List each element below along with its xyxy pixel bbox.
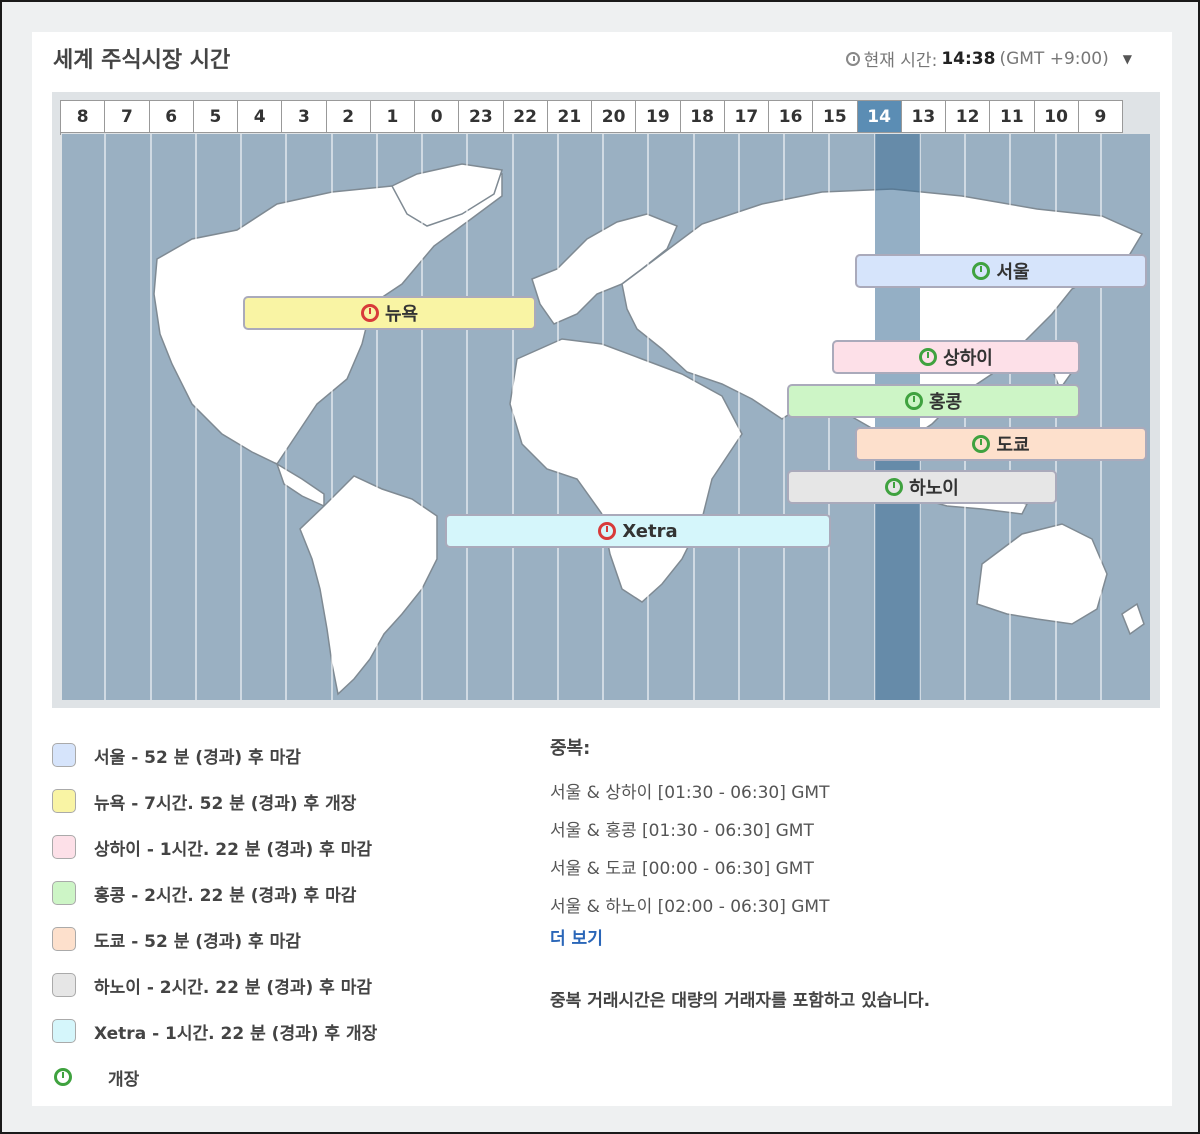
closed-clock-icon xyxy=(598,522,617,540)
overlap-title: 중복: xyxy=(550,738,591,759)
open-clock-icon xyxy=(919,348,938,366)
legend-swatch xyxy=(52,973,76,997)
legend-text: Xetra - 1시간. 22 분 (경과) 후 개장 xyxy=(94,1023,378,1044)
legend-item: Xetra - 1시간. 22 분 (경과) 후 개장 xyxy=(52,1008,377,1054)
hour-cell: 3 xyxy=(282,101,327,133)
open-clock-icon xyxy=(54,1068,72,1086)
market-bar-tokyo[interactable]: 도쿄 xyxy=(855,427,1147,461)
legend-text: 하노이 - 2시간. 22 분 (경과) 후 마감 xyxy=(94,977,373,998)
hour-cell: 10 xyxy=(1034,101,1079,133)
hour-cell: 2 xyxy=(326,101,371,133)
page-title: 세계 주식시장 시간 xyxy=(53,48,231,73)
hour-cell: 12 xyxy=(946,101,991,133)
legend-item: 홍콩 - 2시간. 22 분 (경과) 후 마감 xyxy=(52,870,377,916)
market-bar-label: 홍콩 xyxy=(928,392,963,413)
open-clock-icon xyxy=(972,435,991,453)
chevron-down-icon[interactable]: ▼ xyxy=(1123,52,1132,66)
open-clock-icon xyxy=(885,478,904,496)
market-bar-hongkong[interactable]: 홍콩 xyxy=(787,384,1080,418)
market-bar-label: 하노이 xyxy=(909,478,959,499)
legend-item: 상하이 - 1시간. 22 분 (경과) 후 마감 xyxy=(52,824,377,870)
hour-cell: 22 xyxy=(503,101,548,133)
screenshot-frame: 세계 주식시장 시간 현재 시간: 14:38 (GMT +9:00) ▼ 87… xyxy=(0,0,1200,1134)
legend-text: 상하이 - 1시간. 22 분 (경과) 후 마감 xyxy=(94,839,373,860)
market-hours-panel: 세계 주식시장 시간 현재 시간: 14:38 (GMT +9:00) ▼ 87… xyxy=(32,32,1172,1106)
overlap-section: 중복: 서울 & 상하이 [01:30 - 06:30] GMT 서울 & 홍콩… xyxy=(550,734,970,1015)
overlap-item: 서울 & 상하이 [01:30 - 06:30] GMT xyxy=(550,783,830,803)
overlap-item: 서울 & 홍콩 [01:30 - 06:30] GMT xyxy=(550,821,814,841)
current-time[interactable]: 현재 시간: 14:38 (GMT +9:00) ▼ xyxy=(845,46,1132,71)
australia-shape xyxy=(976,523,1108,625)
current-time-label: 현재 시간: xyxy=(863,51,938,71)
hour-cell: 21 xyxy=(547,101,592,133)
overlap-note: 중복 거래시간은 대량의 거래자를 포함하고 있습니다. xyxy=(550,991,931,1011)
legend-item-open: 개장 xyxy=(52,1054,377,1100)
market-bar-label: 뉴욕 xyxy=(384,304,419,325)
hour-cell: 23 xyxy=(459,101,504,133)
legend-text: 홍콩 - 2시간. 22 분 (경과) 후 마감 xyxy=(94,885,357,906)
market-bar-label: Xetra xyxy=(622,520,678,542)
hour-cell: 16 xyxy=(769,101,814,133)
south-america-shape xyxy=(299,475,438,696)
hour-cell: 17 xyxy=(724,101,769,133)
market-bar-label: 서울 xyxy=(996,262,1030,283)
legend-open-label: 개장 xyxy=(108,1069,140,1090)
hour-cell: 15 xyxy=(813,101,858,133)
world-map-box: 8 7 6 5 4 3 2 1 0 23 22 21 20 19 18 17 16 15 14 13 12 11 10 9 xyxy=(52,92,1160,708)
legend-text: 뉴욕 - 7시간. 52 분 (경과) 후 개장 xyxy=(94,793,357,814)
legend: 서울 - 52 분 (경과) 후 마감 뉴욕 - 7시간. 52 분 (경과) … xyxy=(52,732,377,1100)
open-clock-icon xyxy=(972,262,991,280)
market-bar-xetra[interactable]: Xetra xyxy=(445,514,831,548)
hour-cell: 18 xyxy=(680,101,725,133)
hour-cell: 14 xyxy=(857,101,902,133)
market-bar-shanghai[interactable]: 상하이 xyxy=(832,340,1080,374)
hour-cell: 6 xyxy=(149,101,194,133)
hour-cell: 0 xyxy=(415,101,460,133)
hour-cell: 19 xyxy=(636,101,681,133)
new-zealand-shape xyxy=(1121,602,1145,636)
hour-cell: 8 xyxy=(61,101,106,133)
hour-cell: 1 xyxy=(370,101,415,133)
market-bar-newyork[interactable]: 뉴욕 xyxy=(243,296,536,330)
current-time-value: 14:38 xyxy=(941,48,996,69)
hour-cell: 11 xyxy=(990,101,1035,133)
legend-swatch xyxy=(52,743,76,767)
open-clock-icon xyxy=(904,392,923,410)
hour-cell: 20 xyxy=(592,101,637,133)
hour-cell: 13 xyxy=(901,101,946,133)
more-link[interactable]: 더 보기 xyxy=(550,924,970,949)
hour-ruler: 8 7 6 5 4 3 2 1 0 23 22 21 20 19 18 17 16 15 14 13 12 11 10 9 xyxy=(60,100,1123,135)
legend-text: 서울 - 52 분 (경과) 후 마감 xyxy=(94,747,301,768)
legend-swatch xyxy=(52,835,76,859)
market-bar-hanoi[interactable]: 하노이 xyxy=(787,470,1057,504)
legend-item: 도쿄 - 52 분 (경과) 후 마감 xyxy=(52,916,377,962)
world-map: 서울 뉴욕 상하이 홍콩 도쿄 하노이 Xetra xyxy=(62,134,1150,700)
hour-cell: 5 xyxy=(193,101,238,133)
hour-cell: 7 xyxy=(105,101,150,133)
legend-swatch xyxy=(52,881,76,905)
current-time-zone: (GMT +9:00) xyxy=(999,48,1109,69)
legend-item: 하노이 - 2시간. 22 분 (경과) 후 마감 xyxy=(52,962,377,1008)
market-bar-seoul[interactable]: 서울 xyxy=(855,254,1147,288)
hour-cell: 9 xyxy=(1078,101,1123,133)
legend-swatch xyxy=(52,927,76,951)
legend-text: 도쿄 - 52 분 (경과) 후 마감 xyxy=(94,931,301,952)
closed-clock-icon xyxy=(360,304,379,322)
clock-icon xyxy=(845,51,860,66)
legend-item: 뉴욕 - 7시간. 52 분 (경과) 후 개장 xyxy=(52,778,377,824)
hour-cell: 4 xyxy=(238,101,283,133)
central-america-shape xyxy=(275,462,325,508)
overlap-item: 서울 & 도쿄 [00:00 - 06:30] GMT xyxy=(550,859,814,879)
legend-swatch xyxy=(52,789,76,813)
legend-swatch xyxy=(52,1019,76,1043)
market-bar-label: 도쿄 xyxy=(996,435,1030,456)
legend-item: 서울 - 52 분 (경과) 후 마감 xyxy=(52,732,377,778)
market-bar-label: 상하이 xyxy=(943,348,993,369)
